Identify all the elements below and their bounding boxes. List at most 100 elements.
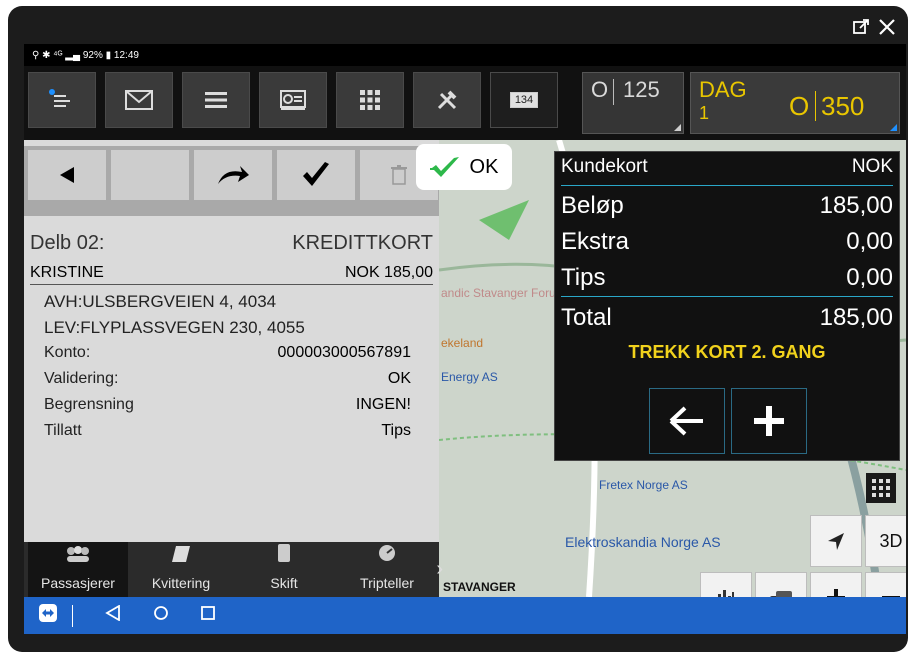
receipt-icon	[172, 546, 190, 567]
redo-arrow-icon	[218, 166, 249, 184]
android-nav-bar	[24, 597, 906, 634]
tab-tripteller[interactable]: Tripteller	[337, 542, 437, 597]
tab-label: Skift	[270, 575, 298, 591]
dag-corner	[890, 124, 897, 131]
payment-divider-1	[561, 185, 893, 186]
dag-label: DAG	[699, 77, 747, 102]
tab-skift[interactable]: Skift	[234, 542, 334, 597]
dag-value: 350	[821, 91, 865, 121]
counter-o-value: 125	[623, 77, 660, 102]
home-circle-icon[interactable]	[153, 605, 169, 626]
begrensning-label: Begrensning	[44, 396, 134, 413]
list-button[interactable]	[182, 72, 250, 128]
tips-label: Tips	[561, 264, 606, 291]
forward-button[interactable]	[194, 150, 272, 200]
trip-panel: Delb 02: KREDITTKORT KRISTINE NOK 185,00…	[24, 140, 443, 597]
3d-button[interactable]: 3D	[865, 515, 906, 567]
cars-icon	[770, 591, 792, 597]
counter-corner	[674, 124, 681, 131]
plus-white-icon	[754, 406, 784, 436]
recents-square-icon[interactable]	[201, 606, 215, 625]
ok-badge[interactable]: OK	[416, 144, 512, 190]
map-label-energy: Energy AS	[441, 370, 498, 384]
shift-icon	[278, 544, 290, 567]
total-label: Total	[561, 304, 612, 331]
list-icon	[205, 92, 227, 108]
android-status-bar: ⚲ ✱ ⁴ᴳ ▂▄ 92% ▮ 12:49	[24, 44, 906, 597]
swipe-card-message: TREKK KORT 2. GANG	[628, 342, 826, 362]
map-grid-button[interactable]	[866, 473, 896, 503]
dropoff-address: LEV:FLYPLASSVEGEN 230, 4055	[44, 318, 305, 337]
map-label-elektroskandia: Elektroskandia Norge AS	[565, 534, 721, 550]
action-bar	[24, 146, 439, 216]
back-button[interactable]	[28, 150, 106, 200]
zoom-in-button[interactable]	[810, 572, 862, 597]
detail-divider	[30, 284, 433, 285]
back-triangle-icon[interactable]	[105, 604, 121, 626]
tips-value: 0,00	[846, 264, 893, 291]
counter-o[interactable]: O 125	[582, 72, 684, 134]
zoom-out-button[interactable]	[865, 572, 906, 597]
dag-divider	[815, 91, 816, 121]
messages-button[interactable]	[105, 72, 173, 128]
tab-kvittering[interactable]: Kvittering	[131, 542, 231, 597]
ekstra-label: Ekstra	[561, 228, 630, 255]
window-controls	[852, 18, 896, 36]
tab-label: Kvittering	[151, 575, 211, 591]
belop-label: Beløp	[561, 192, 624, 219]
trash-icon	[391, 165, 407, 185]
gauge-icon	[378, 544, 396, 567]
teamviewer-icon[interactable]	[38, 603, 58, 628]
grid-icon	[360, 90, 380, 110]
envelope-icon	[125, 90, 153, 110]
tools-button[interactable]	[413, 72, 481, 128]
pickup-address: AVH:ULSBERGVEIEN 4, 4034	[44, 292, 277, 311]
dag-number: 1	[699, 103, 710, 123]
tab-label: Tripteller	[360, 575, 414, 591]
arrow-left-icon	[669, 406, 703, 436]
grid-small-icon	[872, 479, 890, 497]
navigation-arrow-icon	[828, 533, 844, 550]
delb-label: Delb 02:	[30, 232, 105, 254]
tablet-screen: ⚲ ✱ ⁴ᴳ ▂▄ 92% ▮ 12:49 134 O 125 DAG 1 O …	[24, 44, 906, 634]
close-icon[interactable]	[878, 18, 896, 36]
blank-button[interactable]	[111, 150, 189, 200]
payment-back-button[interactable]	[649, 388, 725, 454]
payment-add-button[interactable]	[731, 388, 807, 454]
tab-passasjerer[interactable]: Passasjerer	[28, 542, 128, 597]
payment-row-tips: Tips 0,00	[561, 264, 893, 292]
tab-label: Passasjerer	[41, 575, 115, 591]
popout-icon[interactable]	[852, 18, 870, 36]
status-right: ⚲ ✱ ⁴ᴳ ▂▄ 92% ▮ 12:49	[32, 49, 139, 61]
counter-dag[interactable]: DAG 1 O 350	[690, 72, 900, 134]
tabs-more-chevron-icon[interactable]: ›	[436, 558, 443, 581]
stats-button[interactable]	[700, 572, 752, 597]
nav-divider	[72, 604, 73, 627]
validering-value: OK	[387, 370, 411, 387]
checkmark-icon	[303, 162, 329, 186]
payment-title: Kundekort	[561, 156, 648, 177]
green-check-icon	[429, 157, 459, 177]
passengers-icon	[65, 546, 91, 567]
payment-row-ekstra: Ekstra 0,00	[561, 228, 893, 256]
counter-o-label: O	[591, 77, 609, 102]
ok-label: OK	[469, 155, 499, 178]
navigate-button[interactable]	[810, 515, 862, 567]
dag-o-label: O	[789, 91, 810, 121]
taxi-sign-button[interactable]: 134	[490, 72, 558, 128]
bottom-tab-bar: Passasjerer Kvittering Skift Tripteller	[24, 542, 443, 597]
map-label-stavanger-forus: andic Stavanger Forus	[441, 286, 562, 300]
counter-divider	[613, 79, 614, 105]
confirm-button[interactable]	[277, 150, 355, 200]
tillatt-value: Tips	[381, 422, 411, 439]
logo-line-1: STAVANGER	[443, 580, 516, 594]
menu-button[interactable]	[28, 72, 96, 128]
grid-button[interactable]	[336, 72, 404, 128]
payment-panel: Kundekort NOK Beløp 185,00 Ekstra 0,00 T…	[554, 151, 900, 461]
taximeter-button[interactable]	[259, 72, 327, 128]
ekstra-value: 0,00	[846, 228, 893, 255]
taxi-cars-button[interactable]	[755, 572, 807, 597]
stavanger-taxi-logo: STAVANGER	[443, 580, 516, 594]
validering-label: Validering:	[44, 370, 119, 387]
payment-currency: NOK	[851, 156, 893, 177]
